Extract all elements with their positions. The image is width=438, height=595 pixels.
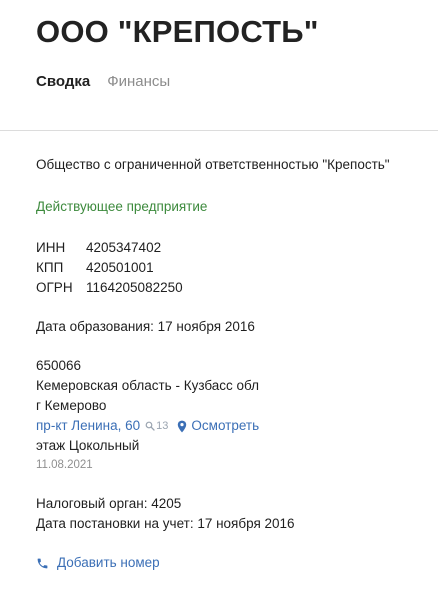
address-block: 650066 Кемеровская область - Кузбасс обл…	[36, 356, 431, 474]
ogrn-value: 1164205082250	[86, 280, 183, 295]
tax-registration-date: Дата постановки на учет: 17 ноября 2016	[36, 516, 295, 531]
kpp-value: 420501001	[86, 260, 154, 275]
tax-info: Налоговый орган: 4205 Дата постановки на…	[36, 494, 431, 534]
tab-bar: Сводка Финансы	[36, 73, 170, 90]
companies-count: 13	[156, 420, 169, 432]
postal-code: 650066	[36, 358, 82, 373]
identifier-row-ogrn: ОГРН 1164205082250	[36, 278, 431, 298]
inn-value: 4205347402	[86, 240, 162, 255]
add-phone-button[interactable]: Добавить номер	[36, 553, 431, 573]
identifier-row-kpp: КПП 420501001	[36, 258, 431, 278]
view-on-map-label: Осмотреть	[191, 418, 260, 433]
street-link[interactable]: пр-кт Ленина, 60	[36, 416, 140, 436]
tab-finance[interactable]: Финансы	[107, 73, 170, 90]
add-phone-label: Добавить номер	[57, 555, 160, 570]
street-row: пр-кт Ленина, 60 13 Осмотреть	[36, 416, 431, 436]
tax-authority: Налоговый орган: 4205	[36, 496, 182, 511]
kpp-label: КПП	[36, 260, 64, 275]
region: Кемеровская область - Кузбасс обл	[36, 378, 260, 393]
status-label: Действующее предприятие	[36, 199, 208, 214]
address-detail: этаж Цокольный	[36, 438, 140, 453]
tab-summary[interactable]: Сводка	[36, 73, 90, 90]
company-card: ООО "КРЕПОСТЬ" Сводка Финансы Общество с…	[0, 0, 438, 595]
address-date: 11.08.2021	[36, 459, 93, 471]
identifiers-list: ИНН 4205347402 КПП 420501001 ОГРН 116420…	[36, 238, 431, 298]
ogrn-label: ОГРН	[36, 280, 73, 295]
location-pin-icon	[177, 420, 187, 433]
inn-label: ИНН	[36, 240, 66, 255]
companies-at-address[interactable]: 13	[145, 416, 168, 436]
company-title: ООО "КРЕПОСТЬ"	[36, 14, 319, 49]
company-full-name: Общество с ограниченной ответственностью…	[36, 157, 390, 172]
identifier-row-inn: ИНН 4205347402	[36, 238, 431, 258]
phone-icon	[36, 557, 49, 570]
city: г Кемерово	[36, 398, 107, 413]
registration-date: Дата образования: 17 ноября 2016	[36, 319, 255, 334]
view-on-map-link[interactable]: Осмотреть	[177, 416, 259, 436]
search-icon	[145, 421, 155, 431]
divider	[0, 130, 438, 131]
summary-section: Общество с ограниченной ответственностью…	[36, 155, 431, 573]
